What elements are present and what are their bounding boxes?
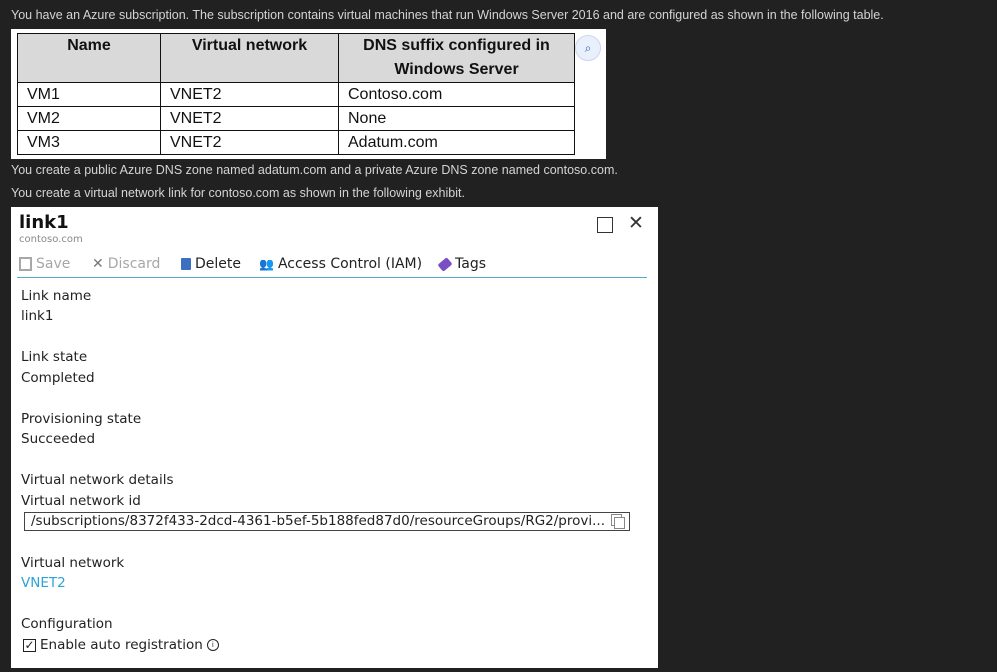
cell-vm-name: VM2: [17, 106, 161, 131]
configuration-label: Configuration: [21, 616, 113, 632]
table-row: VM1 VNET2 Contoso.com: [17, 82, 575, 107]
close-button[interactable]: ✕: [628, 212, 644, 234]
intro-text-1: You have an Azure subscription. The subs…: [11, 8, 884, 22]
table-row: VM2 VNET2 None: [17, 106, 575, 131]
delete-label: Delete: [195, 256, 241, 272]
link-state-label: Link state: [21, 349, 88, 365]
toolbar: Save ✕ Discard Delete 👥 Access Control (…: [17, 253, 647, 278]
discard-button[interactable]: ✕ Discard: [92, 256, 160, 272]
delete-button[interactable]: Delete: [181, 256, 241, 272]
cell-dns-suffix: Adatum.com: [338, 130, 575, 155]
save-label: Save: [36, 256, 71, 272]
discard-label: Discard: [107, 256, 161, 272]
table-row: VM3 VNET2 Adatum.com: [17, 130, 575, 155]
cell-vnet: VNET2: [160, 130, 339, 155]
discard-icon: ✕: [92, 256, 104, 272]
users-icon: 👥: [259, 257, 274, 271]
header-name: Name: [17, 33, 161, 83]
vm-table-image: Name Virtual network DNS suffix configur…: [11, 29, 606, 159]
provisioning-state-label: Provisioning state: [21, 411, 142, 427]
table-header-row: Name Virtual network DNS suffix configur…: [17, 33, 575, 83]
auto-registration-label: Enable auto registration: [40, 637, 203, 653]
header-dns-suffix-line2: Windows Server: [394, 61, 519, 78]
cell-dns-suffix: None: [338, 106, 575, 131]
save-button[interactable]: Save: [19, 256, 70, 272]
info-icon[interactable]: i: [206, 639, 219, 651]
trash-icon: [181, 258, 191, 270]
cell-vm-name: VM1: [17, 82, 161, 107]
tag-icon: [437, 256, 453, 272]
vnet-id-label: Virtual network id: [21, 493, 141, 509]
copy-icon[interactable]: [611, 514, 625, 529]
vnet-id-field[interactable]: /subscriptions/8372f433-2dcd-4361-b5ef-5…: [24, 512, 630, 531]
cell-vm-name: VM3: [17, 130, 161, 155]
access-control-label: Access Control (IAM): [277, 256, 423, 272]
vnet-link[interactable]: VNET2: [21, 575, 66, 591]
panel-title: link1: [19, 212, 69, 233]
access-control-button[interactable]: 👥 Access Control (IAM): [259, 256, 422, 272]
vnet-details-heading: Virtual network details: [21, 472, 174, 488]
link-name-label: Link name: [21, 288, 92, 304]
link-exhibit-panel: link1 contoso.com ✕ Save ✕ Discard Delet…: [11, 207, 658, 668]
cell-vnet: VNET2: [160, 82, 339, 107]
header-dns-suffix-line1: DNS suffix configured in: [363, 37, 550, 54]
cell-dns-suffix: Contoso.com: [338, 82, 575, 107]
link-name-value: link1: [21, 308, 54, 324]
cell-vnet: VNET2: [160, 106, 339, 131]
visual-search-icon[interactable]: ⌕: [575, 35, 601, 61]
vm-table: Name Virtual network DNS suffix configur…: [17, 33, 575, 155]
auto-registration-checkbox[interactable]: ✓: [23, 638, 36, 652]
header-dns-suffix: DNS suffix configured in Windows Server: [338, 33, 575, 83]
auto-registration-row: ✓ Enable auto registration i: [23, 637, 219, 653]
intro-text-3: You create a virtual network link for co…: [11, 186, 465, 200]
tags-button[interactable]: Tags: [437, 256, 486, 272]
vnet-label: Virtual network: [21, 555, 125, 571]
panel-subtitle: contoso.com: [19, 234, 83, 245]
intro-text-2: You create a public Azure DNS zone named…: [11, 163, 618, 177]
tags-label: Tags: [455, 256, 486, 272]
header-virtual-network: Virtual network: [160, 33, 339, 83]
maximize-button[interactable]: [597, 217, 613, 233]
link-state-value: Completed: [21, 370, 95, 386]
save-icon: [19, 257, 32, 271]
provisioning-state-value: Succeeded: [21, 431, 96, 447]
